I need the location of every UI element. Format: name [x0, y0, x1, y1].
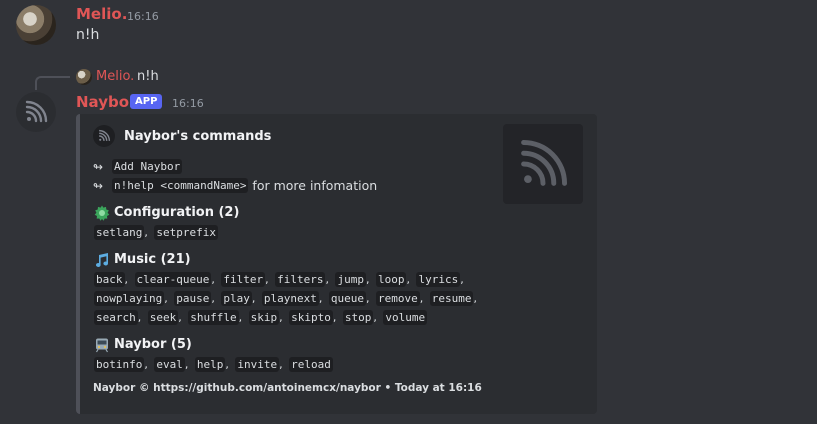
field-values-naybor: botinfo, eval, help, invite, reload — [94, 357, 333, 372]
reply-author[interactable]: Melio. — [96, 69, 134, 84]
command-seek: seek — [147, 310, 179, 325]
arrow-icon: ↬ — [93, 159, 104, 174]
command-queue: queue — [328, 291, 366, 306]
command-nowplaying: nowplaying — [94, 291, 165, 306]
field-values-music-row1: back, clear-queue, filter, filters, jump… — [94, 272, 464, 287]
command-shuffle: shuffle — [188, 310, 239, 325]
command-eval: eval — [154, 357, 185, 372]
naybor-avatar[interactable] — [16, 92, 56, 132]
message-timestamp: 16:16 — [127, 10, 159, 23]
command-invite: invite — [235, 357, 280, 372]
message-timestamp-naybor: 16:16 — [172, 97, 204, 110]
message-content: n!h — [76, 27, 100, 43]
field-values-music-row2: nowplaying, pause, play, playnext, queue… — [94, 291, 477, 306]
embed-footer: Naybor © https://github.com/antoinemcx/n… — [93, 382, 482, 394]
add-line: ↬ Add Naybor — [93, 159, 183, 174]
command-filter: filter — [221, 272, 266, 287]
music-note-icon — [93, 251, 110, 268]
command-reload: reload — [289, 357, 333, 372]
signal-icon — [25, 100, 48, 123]
command-resume: resume — [429, 291, 474, 306]
field-values-music-row3: search, seek, shuffle, skip, skipto, sto… — [94, 310, 428, 325]
field-title-configuration: Configuration (2) — [93, 204, 239, 221]
field-title-music: Music (21) — [93, 251, 191, 268]
embed-author-name: Naybor's commands — [124, 129, 272, 144]
command-pause: pause — [174, 291, 212, 306]
field-title-text: Naybor (5) — [114, 337, 192, 352]
command-loop: loop — [375, 272, 407, 287]
command-setlang: setlang — [94, 225, 145, 240]
command-skipto: skipto — [289, 310, 333, 325]
field-values-configuration: setlang, setprefix — [94, 225, 218, 240]
command-lyrics: lyrics — [416, 272, 461, 287]
command-clear-queue: clear-queue — [134, 272, 212, 287]
reply-connector — [35, 76, 70, 90]
arrow-icon: ↬ — [93, 178, 104, 193]
command-stop: stop — [342, 310, 374, 325]
reply-avatar[interactable] — [76, 69, 92, 85]
field-title-text: Configuration (2) — [114, 205, 240, 220]
help-command: n!help <commandName> — [112, 178, 249, 193]
melio-avatar[interactable] — [16, 5, 56, 45]
reply-content[interactable]: n!h — [137, 69, 159, 84]
message-author-naybor[interactable]: Naybor — [76, 93, 136, 111]
signal-icon — [521, 139, 568, 186]
message-author-melio[interactable]: Melio. — [76, 5, 127, 23]
field-title-naybor: Naybor (5) — [93, 336, 192, 353]
command-search: search — [94, 310, 138, 325]
commands-embed: Naybor's commands ↬ Add Naybor ↬ n!help … — [76, 114, 597, 414]
help-suffix: for more infomation — [248, 178, 378, 193]
command-skip: skip — [248, 310, 280, 325]
train-icon — [93, 336, 110, 353]
command-botinfo: botinfo — [94, 357, 145, 372]
command-jump: jump — [335, 272, 366, 287]
command-help: help — [194, 357, 226, 372]
field-title-text: Music (21) — [114, 252, 191, 267]
command-volume: volume — [383, 310, 428, 325]
command-filters: filters — [275, 272, 326, 287]
command-remove: remove — [375, 291, 420, 306]
embed-thumbnail[interactable] — [503, 124, 583, 204]
command-playnext: playnext — [261, 291, 319, 306]
gear-icon — [93, 204, 110, 221]
add-naybor-link[interactable]: Add Naybor — [112, 159, 183, 174]
command-back: back — [94, 272, 125, 287]
help-line: ↬ n!help <commandName> for more infomati… — [93, 178, 377, 193]
signal-icon — [99, 129, 111, 141]
command-play: play — [221, 291, 252, 306]
app-badge: APP — [130, 94, 163, 109]
embed-author-icon — [93, 125, 115, 147]
command-setprefix: setprefix — [154, 225, 218, 240]
